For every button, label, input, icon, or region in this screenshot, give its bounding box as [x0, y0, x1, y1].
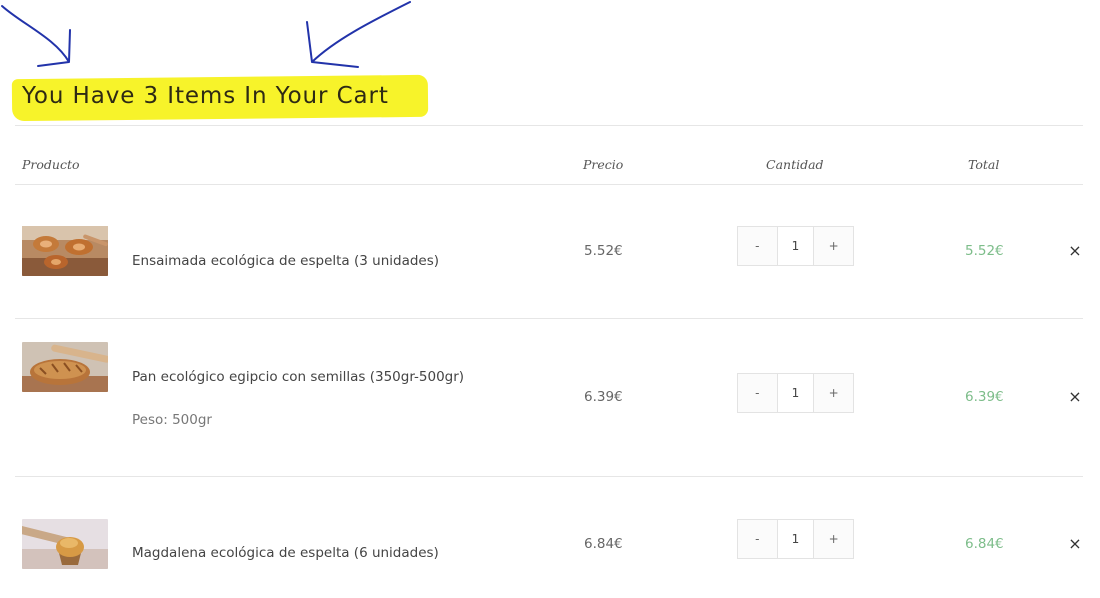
- product-thumbnail[interactable]: [22, 519, 108, 569]
- muffin-photo-icon: [22, 519, 108, 569]
- product-thumbnail[interactable]: [22, 342, 108, 392]
- product-name[interactable]: Pan ecológico egipcio con semillas (350g…: [132, 369, 464, 385]
- line-total: 5.52€: [965, 243, 1004, 259]
- header-product: Producto: [22, 157, 80, 172]
- increase-quantity-button[interactable]: +: [814, 520, 853, 558]
- product-name[interactable]: Magdalena ecológica de espelta (6 unidad…: [132, 545, 439, 561]
- remove-item-icon[interactable]: ×: [1067, 243, 1083, 259]
- divider: [15, 125, 1083, 126]
- quantity-input[interactable]: 1: [776, 520, 815, 558]
- arrow-left-icon: [1, 5, 71, 67]
- decrease-quantity-button[interactable]: -: [738, 374, 777, 412]
- product-name[interactable]: Ensaimada ecológica de espelta (3 unidad…: [132, 253, 439, 269]
- cart-title: You Have 3 Items In Your Cart: [22, 83, 389, 109]
- quantity-input[interactable]: 1: [776, 374, 815, 412]
- product-thumbnail[interactable]: [22, 226, 108, 276]
- increase-quantity-button[interactable]: +: [814, 374, 853, 412]
- line-total: 6.39€: [965, 389, 1004, 405]
- product-price: 5.52€: [584, 243, 623, 259]
- bread-loaf-photo-icon: [22, 342, 108, 392]
- decrease-quantity-button[interactable]: -: [738, 227, 777, 265]
- product-variation: Peso: 500gr: [132, 412, 212, 428]
- header-quantity: Cantidad: [766, 157, 824, 172]
- increase-quantity-button[interactable]: +: [814, 227, 853, 265]
- quantity-stepper: - 1 +: [737, 226, 854, 266]
- cart-title-block: You Have 3 Items In Your Cart: [11, 74, 429, 122]
- ensaimada-photo-icon: [22, 226, 108, 276]
- cart-row: Pan ecológico egipcio con semillas (350g…: [0, 319, 1100, 476]
- quantity-stepper: - 1 +: [737, 519, 854, 559]
- arrow-right-icon: [306, 1, 411, 68]
- cart-row: Magdalena ecológica de espelta (6 unidad…: [0, 477, 1100, 598]
- cart-row: Ensaimada ecológica de espelta (3 unidad…: [0, 185, 1100, 318]
- quantity-stepper: - 1 +: [737, 373, 854, 413]
- remove-item-icon[interactable]: ×: [1067, 536, 1083, 552]
- decrease-quantity-button[interactable]: -: [738, 520, 777, 558]
- quantity-input[interactable]: 1: [776, 227, 815, 265]
- header-price: Precio: [583, 157, 624, 172]
- line-total: 6.84€: [965, 536, 1004, 552]
- product-price: 6.84€: [584, 536, 623, 552]
- remove-item-icon[interactable]: ×: [1067, 389, 1083, 405]
- header-total: Total: [968, 157, 1000, 172]
- product-price: 6.39€: [584, 389, 623, 405]
